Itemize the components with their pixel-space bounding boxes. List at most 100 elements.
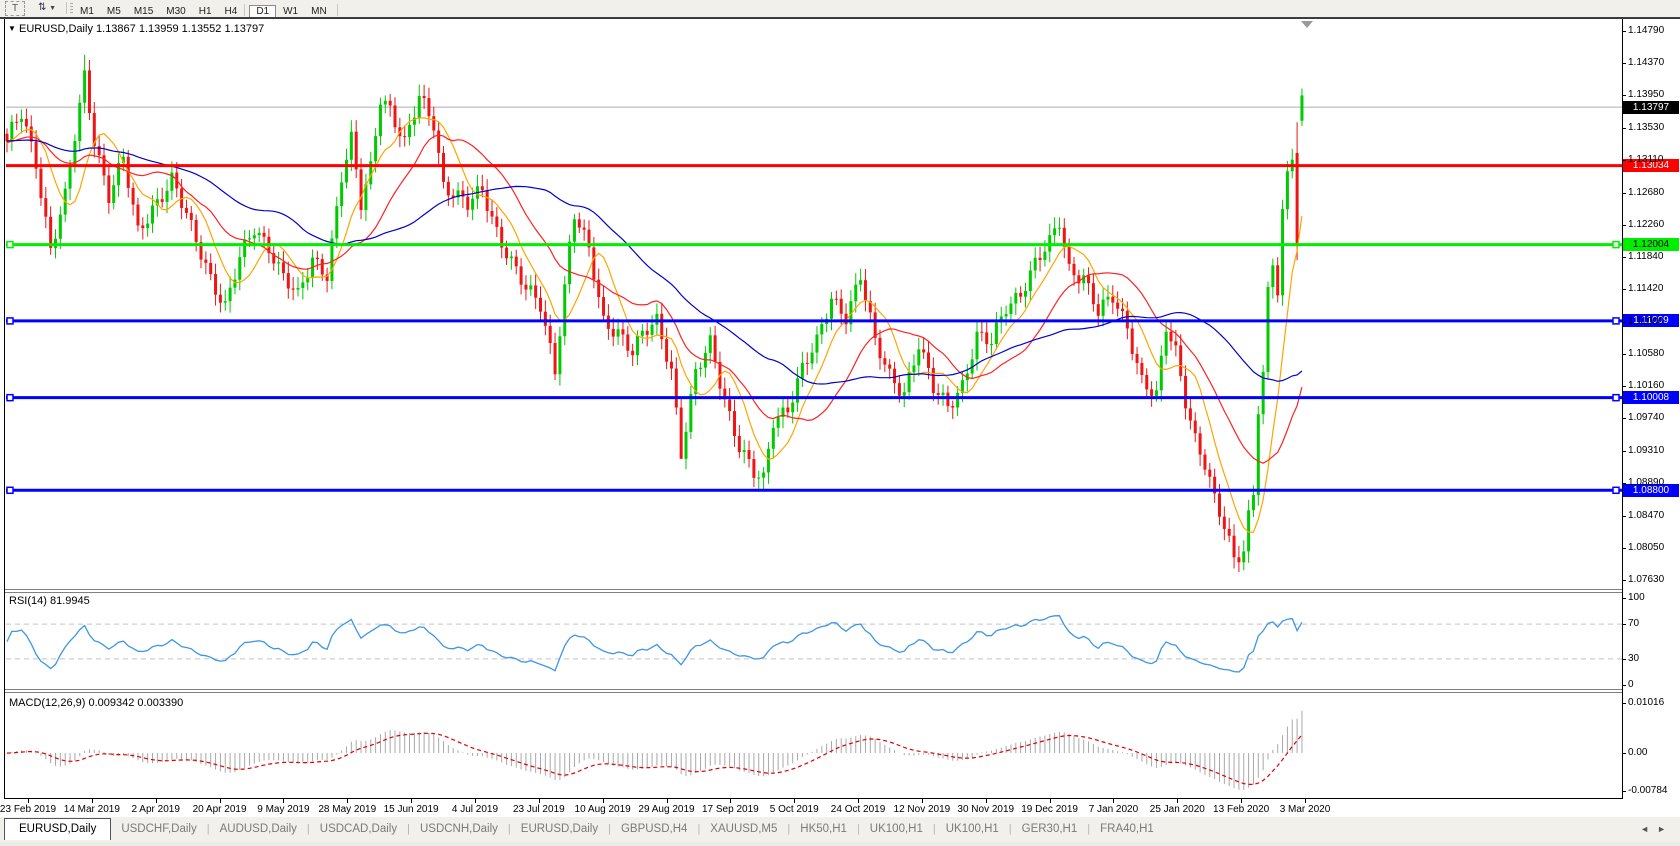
date-axis-tick	[220, 799, 221, 803]
collapse-triangle-icon[interactable]: ▼	[8, 24, 16, 33]
price-axis-tick	[1622, 225, 1626, 226]
status-strip	[0, 842, 1680, 846]
macd-scale-tick	[1622, 753, 1626, 754]
date-axis-label: 10 Aug 2019	[575, 804, 631, 815]
price-axis-tick	[1622, 386, 1626, 387]
date-axis-label: 17 Sep 2019	[702, 804, 759, 815]
date-axis-label: 3 Mar 2020	[1280, 804, 1331, 815]
ma-line-45	[7, 140, 1302, 384]
price-axis-label: 1.13110	[1628, 154, 1663, 165]
rsi-scale-tick	[1622, 685, 1626, 686]
text-tool-button[interactable]: T	[5, 1, 25, 16]
chart-tab-xauusd-m5[interactable]: XAUUSD,M5	[700, 820, 787, 839]
chart-ohlc-values: 1.13867 1.13959 1.13552 1.13797	[96, 23, 264, 35]
price-axis-tick	[1622, 451, 1626, 452]
price-axis-tick	[1622, 193, 1626, 194]
price-axis-label: 1.08470	[1628, 510, 1664, 521]
date-axis-label: 23 Feb 2019	[0, 804, 56, 815]
chart-tab-gbpusd-h4[interactable]: GBPUSD,H4	[611, 820, 697, 839]
date-axis-tick	[1305, 799, 1306, 803]
tab-scroll-right-icon[interactable]: ►	[1657, 824, 1674, 834]
chart-tab-audusd-daily[interactable]: AUDUSD,Daily	[210, 820, 307, 839]
price-axis-label: 1.08890	[1628, 477, 1664, 488]
date-axis-tick	[1113, 799, 1114, 803]
date-axis-label: 14 Mar 2019	[64, 804, 120, 815]
rsi-line	[7, 616, 1302, 672]
chart-tab-usdchf-daily[interactable]: USDCHF,Daily	[111, 820, 206, 839]
line-endpoint-marker	[1613, 242, 1619, 248]
price-axis-label: 1.07630	[1628, 574, 1664, 585]
chart-tab-usdcnh-daily[interactable]: USDCNH,Daily	[410, 820, 508, 839]
date-axis-tick	[475, 799, 476, 803]
price-axis-tick	[1622, 418, 1626, 419]
chart-tab-hk50-h1[interactable]: HK50,H1	[790, 820, 857, 839]
line-endpoint-marker	[7, 242, 13, 248]
dropdown-caret-icon[interactable]: ▼	[49, 5, 56, 12]
date-axis-tick	[28, 799, 29, 803]
rsi-panel	[6, 624, 1622, 659]
date-axis-tick	[411, 799, 412, 803]
rsi-scale-label: 70	[1628, 618, 1639, 629]
tab-scroll-arrows[interactable]: ◄►	[1640, 824, 1674, 834]
scroll-to-end-icon[interactable]	[1301, 21, 1313, 28]
date-axis-label: 29 Aug 2019	[638, 804, 694, 815]
tab-scroll-left-icon[interactable]: ◄	[1640, 824, 1657, 834]
toolbar-separator	[66, 2, 67, 14]
line-endpoint-marker	[7, 487, 13, 493]
date-axis-tick	[730, 799, 731, 803]
price-axis-tick	[1622, 516, 1626, 517]
price-axis-label: 1.14790	[1628, 25, 1664, 36]
chart-tab-eurusd-daily[interactable]: EURUSD,Daily	[4, 818, 111, 840]
date-axis-label: 7 Jan 2020	[1089, 804, 1139, 815]
line-endpoint-marker	[1613, 487, 1619, 493]
price-axis-label: 1.09310	[1628, 445, 1664, 456]
chart-tab-uk100-h1[interactable]: UK100,H1	[860, 820, 933, 839]
price-axis-label: 1.11000	[1628, 316, 1663, 327]
price-axis-tick	[1622, 483, 1626, 484]
chart-window-top-border	[0, 17, 1680, 19]
chart-tab-ger30-h1[interactable]: GER30,H1	[1012, 820, 1088, 839]
top-toolbar: T ⇅ ▼ M1M5M15M30H1H4D1W1MN	[0, 0, 1680, 18]
date-axis-label: 25 Jan 2020	[1150, 804, 1205, 815]
price-axis-label: 1.12260	[1628, 219, 1664, 230]
macd-scale-label: 0.01016	[1628, 697, 1664, 708]
macd-scale-tick	[1622, 703, 1626, 704]
price-axis-label: 1.14370	[1628, 57, 1664, 68]
ma-line-8	[7, 118, 1302, 532]
macd-scale-label: -0.00784	[1628, 785, 1667, 796]
chart-tab-usdcad-daily[interactable]: USDCAD,Daily	[310, 820, 407, 839]
price-axis-tick	[1622, 95, 1626, 96]
price-axis-label: 1.12680	[1628, 187, 1664, 198]
date-axis-tick	[986, 799, 987, 803]
current-price-badge: 1.13797	[1623, 101, 1679, 114]
chart-canvas[interactable]	[0, 0, 1680, 846]
price-axis-tick	[1622, 322, 1626, 323]
chart-tab-eurusd-daily[interactable]: EURUSD,Daily	[511, 820, 608, 839]
price-axis-tick	[1622, 580, 1626, 581]
price-axis-tick	[1622, 128, 1626, 129]
rsi-scale-label: 0	[1628, 679, 1634, 690]
line-endpoint-marker	[7, 318, 13, 324]
date-axis-tick	[1177, 799, 1178, 803]
chart-tab-uk100-h1[interactable]: UK100,H1	[936, 820, 1009, 839]
price-axis-label: 1.13950	[1628, 89, 1664, 100]
price-axis-tick	[1622, 354, 1626, 355]
date-axis-label: 12 Nov 2019	[894, 804, 951, 815]
chart-bottom-border	[4, 798, 1623, 799]
price-axis-label: 1.10160	[1628, 380, 1664, 391]
date-axis-tick	[156, 799, 157, 803]
price-axis-tick	[1622, 63, 1626, 64]
rsi-scale-label: 100	[1628, 592, 1645, 603]
chart-tab-fra40-h1[interactable]: FRA40,H1	[1090, 820, 1164, 839]
swap-arrows-icon[interactable]: ⇅ ▼	[32, 1, 62, 14]
rsi-macd-separator[interactable]	[5, 689, 1622, 693]
date-axis-tick	[794, 799, 795, 803]
main-rsi-separator[interactable]	[5, 589, 1622, 593]
line-endpoint-marker	[7, 395, 13, 401]
date-axis-tick	[1050, 799, 1051, 803]
line-endpoint-marker	[1613, 318, 1619, 324]
price-axis-label: 1.11840	[1628, 251, 1663, 262]
date-axis-tick	[283, 799, 284, 803]
date-axis-label: 28 May 2019	[318, 804, 376, 815]
chart-symbol-label: EURUSD,Daily	[19, 23, 93, 35]
